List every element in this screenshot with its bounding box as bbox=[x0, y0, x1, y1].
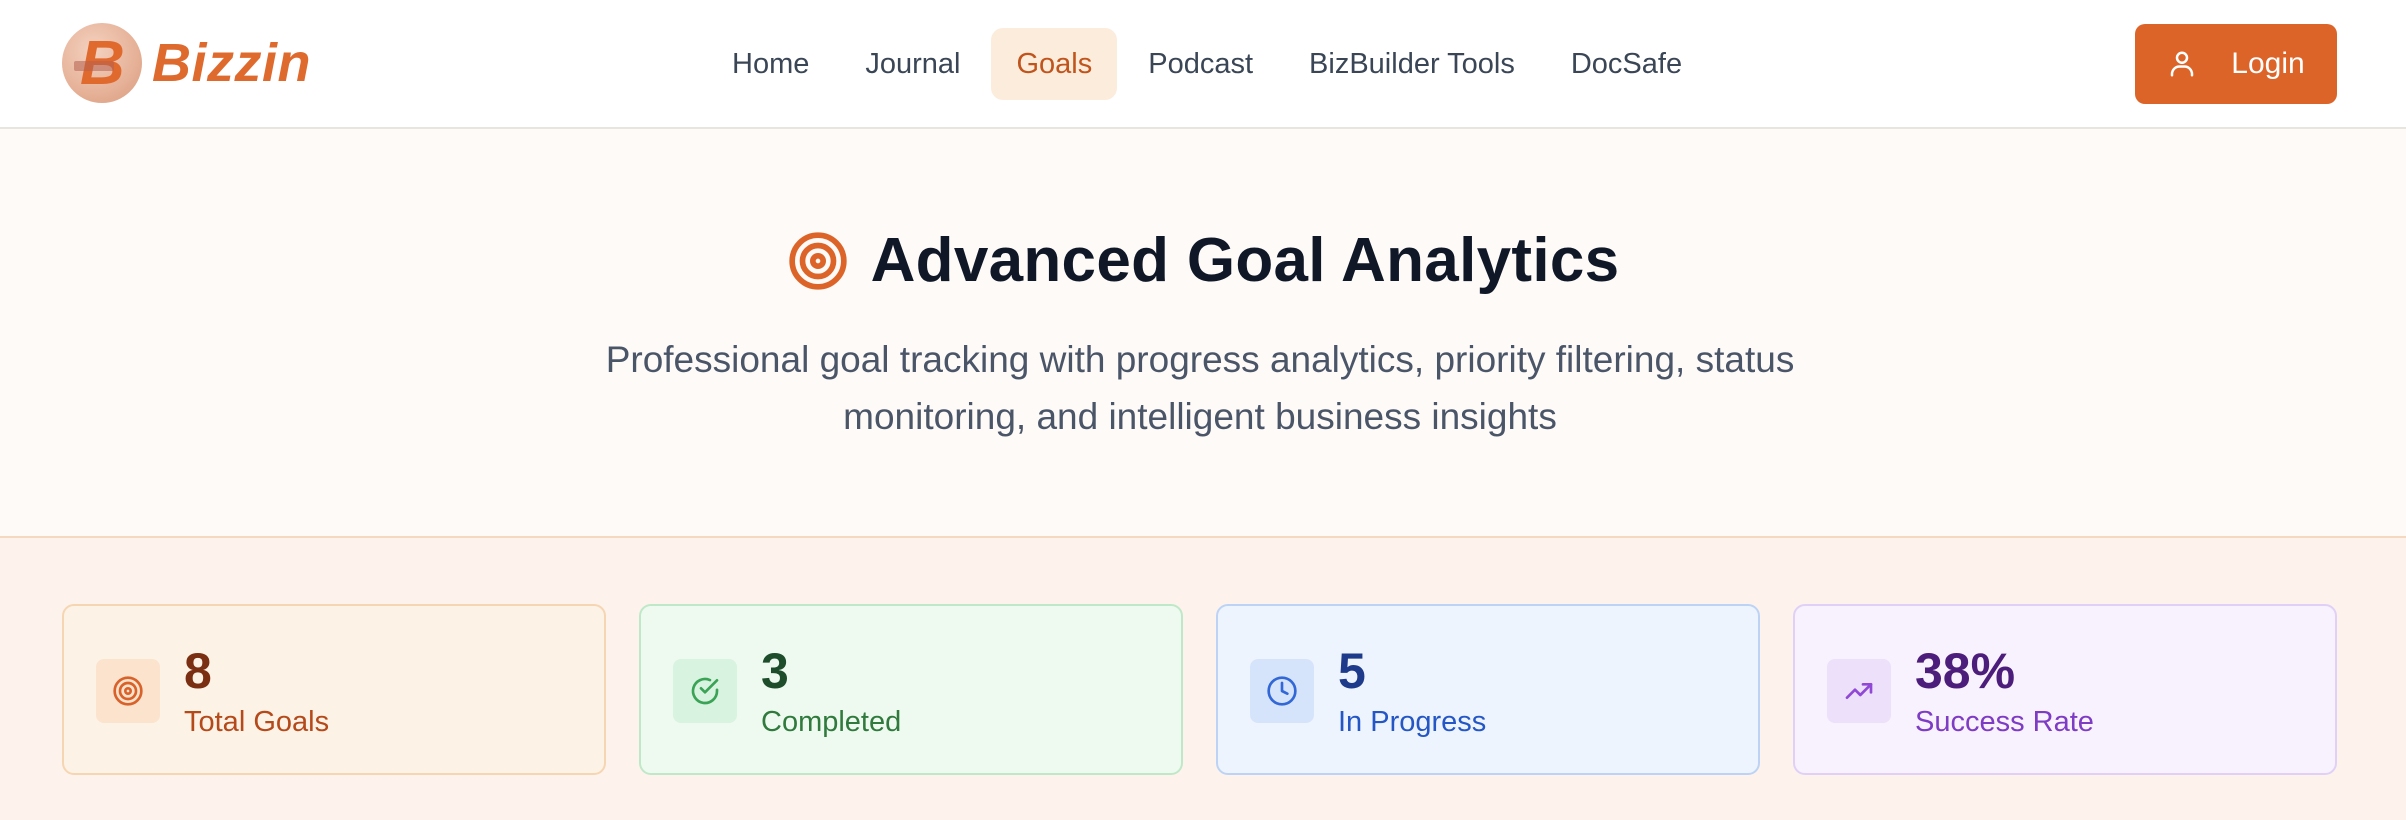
page-title: Advanced Goal Analytics bbox=[0, 225, 2406, 296]
stat-card-success-rate[interactable]: 38% Success Rate bbox=[1793, 604, 2337, 775]
stat-value: 38% bbox=[1915, 643, 2016, 699]
stat-label: In Progress bbox=[1338, 706, 1487, 738]
page-subtitle: Professional goal tracking with progress… bbox=[605, 339, 1795, 437]
main-nav: Home Journal Goals Podcast BizBuilder To… bbox=[707, 28, 1713, 100]
stat-value: 5 bbox=[1338, 643, 1366, 699]
stat-label: Total Goals bbox=[184, 706, 330, 738]
user-icon bbox=[2171, 51, 2194, 77]
stat-icon-box bbox=[673, 659, 737, 723]
logo-badge-icon: B bbox=[62, 23, 142, 103]
target-icon bbox=[113, 676, 143, 706]
nav-item-docsafe[interactable]: DocSafe bbox=[1546, 28, 1707, 100]
stat-card-completed[interactable]: 3 Completed bbox=[639, 604, 1183, 775]
nav-item-bizbuilder-tools[interactable]: BizBuilder Tools bbox=[1284, 28, 1540, 100]
login-label: Login bbox=[2231, 47, 2305, 80]
stat-card-total-goals[interactable]: 8 Total Goals bbox=[62, 604, 606, 775]
nav-item-journal[interactable]: Journal bbox=[840, 28, 985, 100]
hero-section: Advanced Goal Analytics Professional goa… bbox=[0, 129, 2406, 538]
top-navbar: B Bizzin Home Journal Goals Podcast BizB… bbox=[0, 0, 2406, 129]
stat-icon-box bbox=[1827, 659, 1891, 723]
check-circle-icon bbox=[691, 677, 719, 705]
stats-section: 8 Total Goals 3 Completed 5 In Progress … bbox=[0, 538, 2406, 820]
trending-up-icon bbox=[1845, 683, 1873, 699]
nav-item-podcast[interactable]: Podcast bbox=[1123, 28, 1278, 100]
nav-item-home[interactable]: Home bbox=[707, 28, 834, 100]
login-button[interactable]: Login bbox=[2135, 24, 2337, 104]
target-icon bbox=[788, 231, 847, 290]
stat-value: 3 bbox=[761, 643, 789, 699]
stat-card-in-progress[interactable]: 5 In Progress bbox=[1216, 604, 1760, 775]
stat-icon-box bbox=[1250, 659, 1314, 723]
stat-icon-box bbox=[96, 659, 160, 723]
stat-label: Completed bbox=[761, 706, 902, 738]
nav-item-goals[interactable]: Goals bbox=[991, 28, 1118, 100]
brand-logo[interactable]: B Bizzin bbox=[62, 23, 311, 103]
clock-icon bbox=[1267, 676, 1297, 706]
stat-label: Success Rate bbox=[1915, 706, 2094, 738]
brand-name: Bizzin bbox=[152, 33, 311, 93]
stat-value: 8 bbox=[184, 643, 212, 699]
page-title-text: Advanced Goal Analytics bbox=[870, 226, 1620, 295]
